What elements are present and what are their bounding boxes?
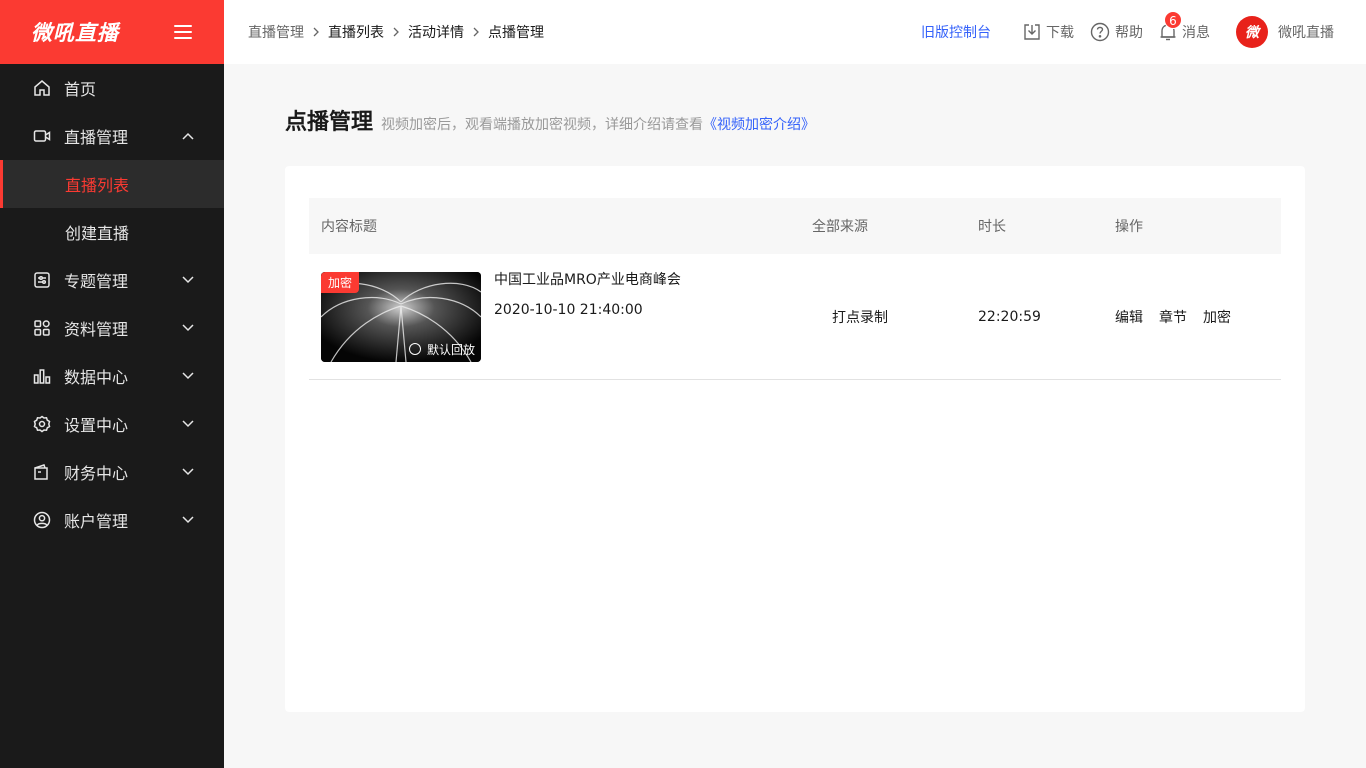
sidebar-menu: 首页 直播管理 直播列表 创建直播 专题管理 资料管理 数据中心 设置中心 财务… [0,64,224,544]
wallet-icon [32,462,52,482]
sidebar-item-label: 专题管理 [64,272,129,291]
sidebar-item-home[interactable]: 首页 [0,64,224,112]
topic-icon [32,270,52,290]
breadcrumb-current: 点播管理 [488,25,544,41]
top-header: 直播管理 直播列表 活动详情 点播管理 旧版控制台 下载 帮助 6 消息 微 微… [224,0,1366,64]
sidebar-subitem-live-list[interactable]: 直播列表 [0,160,224,208]
user-name: 微吼直播 [1278,25,1334,41]
vod-card: 内容标题 全部来源 时长 操作 加密 默认回放 中国工业品MRO产业电商峰会 2… [285,166,1305,712]
sidebar-item-label: 数据中心 [64,368,129,387]
sidebar-item-label: 直播管理 [64,128,129,147]
item-time: 2020-10-10 21:40:00 [494,301,643,318]
edit-button[interactable]: 编辑 [1115,307,1143,327]
column-header-duration: 时长 [978,219,1006,235]
encrypt-button[interactable]: 加密 [1203,307,1231,327]
sidebar-item-materials[interactable]: 资料管理 [0,304,224,352]
messages-button[interactable]: 6 消息 [1159,11,1210,42]
table-header: 内容标题 全部来源 时长 操作 [309,198,1281,254]
help-label: 帮助 [1115,25,1143,41]
chapters-button[interactable]: 章节 [1159,307,1187,327]
main-content: 点播管理 视频加密后，观看端播放加密视频，详细介绍请查看 《视频加密介绍》 内容… [224,64,1366,768]
page-title-row: 点播管理 视频加密后，观看端播放加密视频，详细介绍请查看 《视频加密介绍》 [285,104,815,136]
sidebar-subitem-create-live[interactable]: 创建直播 [0,208,224,256]
encrypted-tag: 加密 [321,271,360,293]
vod-table: 内容标题 全部来源 时长 操作 加密 默认回放 中国工业品MRO产业电商峰会 2… [309,198,1281,380]
sidebar-item-data-center[interactable]: 数据中心 [0,352,224,400]
sidebar-item-topics[interactable]: 专题管理 [0,256,224,304]
bar-chart-icon [32,366,52,386]
page-description: 视频加密后，观看端播放加密视频，详细介绍请查看 [381,117,704,133]
user-menu[interactable]: 微 微吼直播 [1236,16,1334,48]
encryption-intro-link[interactable]: 《视频加密介绍》 [703,114,815,134]
chevron-down-icon [182,466,194,478]
playback-status-label: 默认回放 [426,342,475,357]
sidebar-item-settings[interactable]: 设置中心 [0,400,224,448]
source-cell: 打点录制 [832,309,888,326]
video-thumbnail[interactable]: 加密 默认回放 [321,271,481,362]
sidebar-item-label: 设置中心 [64,416,129,435]
messages-count-badge: 6 [1164,11,1182,29]
breadcrumb-item[interactable]: 直播列表 [328,22,384,42]
sidebar-item-label: 账户管理 [64,512,129,531]
brand-logo[interactable]: 微吼直播 [31,17,119,47]
breadcrumb-item[interactable]: 活动详情 [408,22,464,42]
column-header-title: 内容标题 [321,219,377,235]
sidebar-subitem-label: 直播列表 [65,176,130,195]
chevron-right-icon [313,27,319,37]
sidebar-item-label: 首页 [64,80,97,99]
help-icon [1090,22,1110,42]
chevron-down-icon [182,514,194,526]
sidebar: 微吼直播 首页 直播管理 直播列表 创建直播 专题管理 资料管理 数据中心 设置… [0,0,224,768]
menu-toggle-icon[interactable] [174,25,192,39]
playback-status: 默认回放 [408,341,475,358]
chevron-right-icon [473,27,479,37]
chevron-down-icon [182,322,194,334]
chevron-down-icon [182,418,194,430]
item-title: 中国工业品MRO产业电商峰会 [494,271,681,288]
page-title: 点播管理 [285,110,374,135]
chevron-down-icon [182,370,194,382]
breadcrumb-item[interactable]: 直播管理 [248,22,304,42]
chevron-up-icon [182,130,194,142]
header-actions: 旧版控制台 下载 帮助 6 消息 微 微吼直播 [921,11,1342,48]
radio-ring-icon [408,343,421,355]
sidebar-item-finance[interactable]: 财务中心 [0,448,224,496]
item-info: 中国工业品MRO产业电商峰会 2020-10-10 21:40:00 [494,272,681,318]
video-camera-icon [32,126,52,146]
sidebar-subitem-label: 创建直播 [65,224,130,243]
download-button[interactable]: 下载 [1023,22,1074,42]
logo-bar: 微吼直播 [0,0,224,64]
column-header-source[interactable]: 全部来源 [812,216,978,236]
messages-label: 消息 [1182,25,1210,41]
column-header-actions: 操作 [1115,219,1143,235]
duration-cell: 22:20:59 [978,308,1041,325]
sidebar-item-live-management[interactable]: 直播管理 [0,112,224,160]
gear-icon [32,414,52,434]
avatar: 微 [1236,16,1268,48]
sidebar-item-account[interactable]: 账户管理 [0,496,224,544]
breadcrumb: 直播管理 直播列表 活动详情 点播管理 [248,22,921,42]
chevron-down-icon [182,274,194,286]
download-icon [1024,24,1040,40]
home-icon [32,78,52,98]
help-button[interactable]: 帮助 [1090,22,1143,42]
grid-icon [32,318,52,338]
content-cell: 加密 默认回放 中国工业品MRO产业电商峰会 2020-10-10 21:40:… [309,271,812,362]
download-label: 下载 [1046,25,1074,41]
table-row: 加密 默认回放 中国工业品MRO产业电商峰会 2020-10-10 21:40:… [309,254,1281,380]
user-circle-icon [32,510,52,530]
sidebar-item-label: 资料管理 [64,320,129,339]
chevron-right-icon [393,27,399,37]
sidebar-item-label: 财务中心 [64,464,129,483]
actions-cell: 编辑 章节 加密 [1115,307,1281,327]
legacy-console-link[interactable]: 旧版控制台 [921,22,991,42]
